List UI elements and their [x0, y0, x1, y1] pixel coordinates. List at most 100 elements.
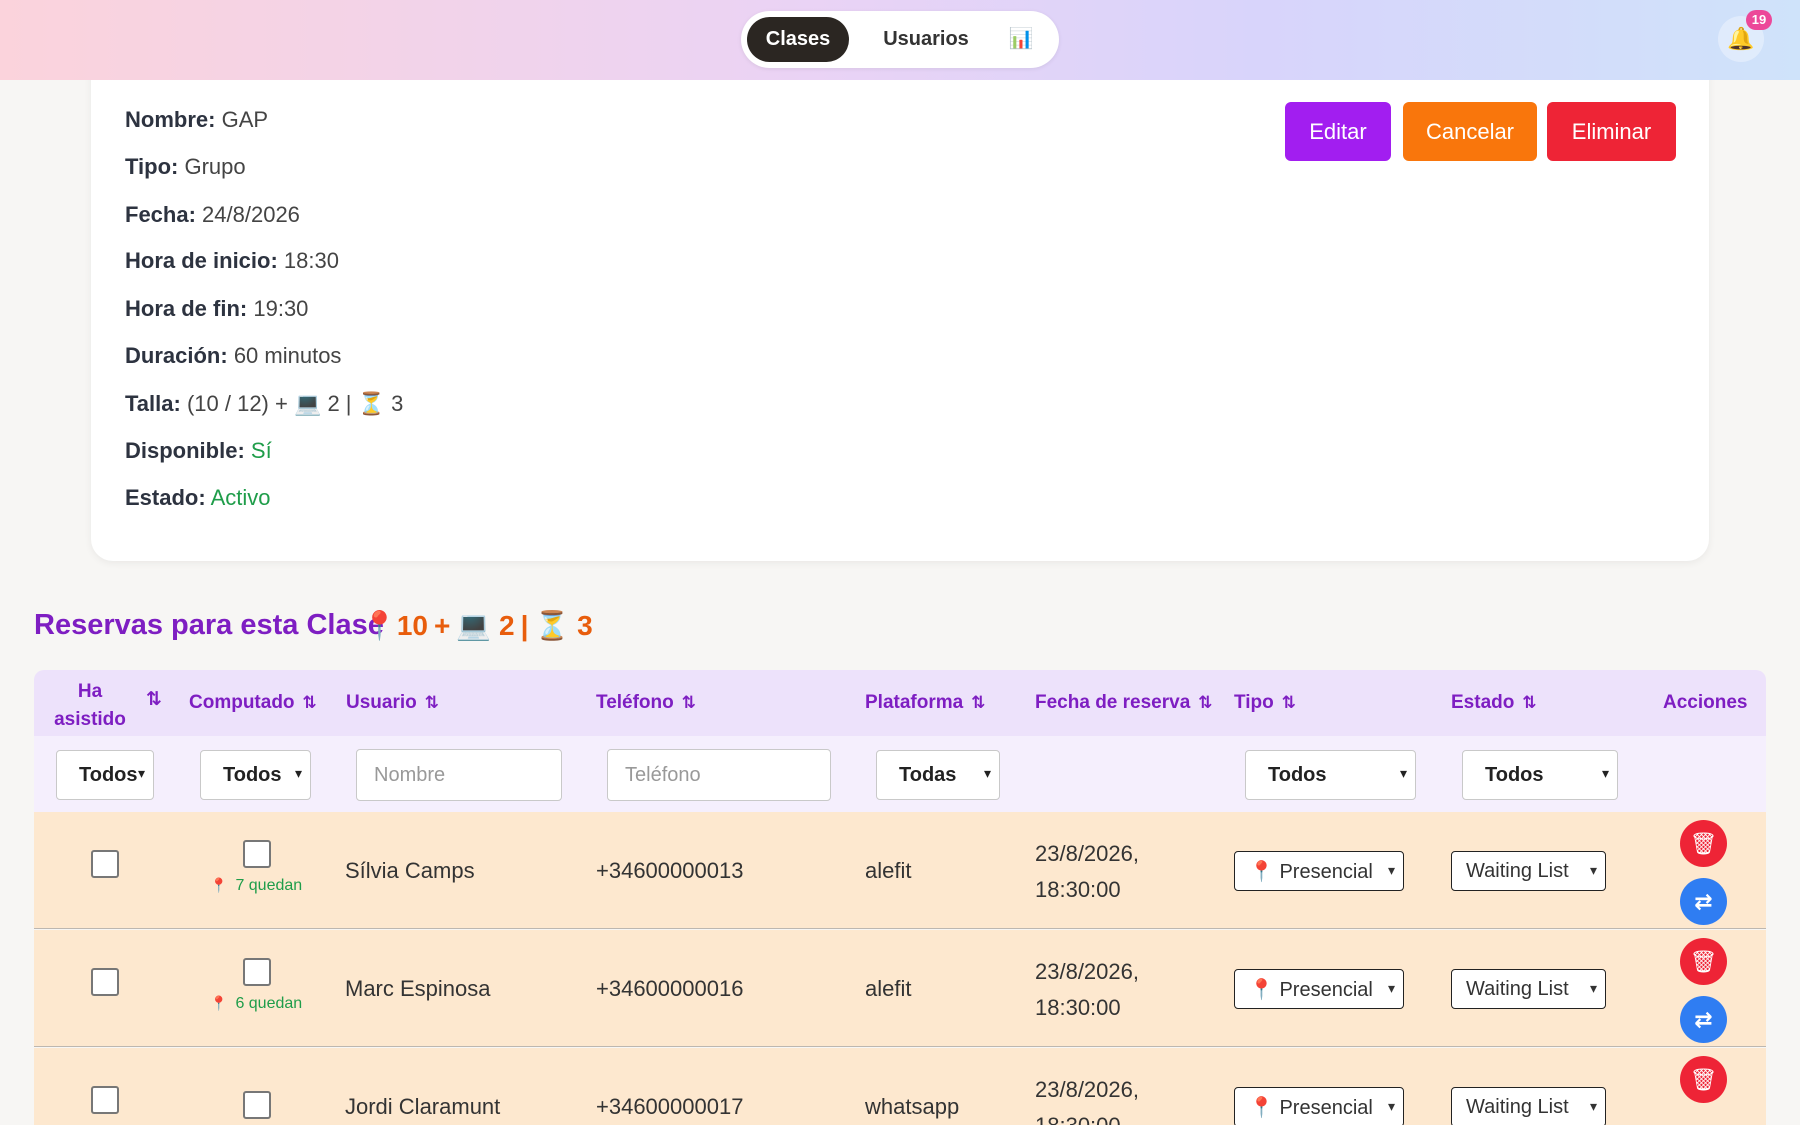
- chevron-down-icon: ▾: [1589, 980, 1597, 996]
- main-tabs: Clases Usuarios 📊: [741, 11, 1059, 68]
- pin-icon: 📍: [210, 877, 228, 893]
- estado-select[interactable]: Waiting List ▾: [1451, 969, 1606, 1009]
- reservations-counts: 📍10 + 💻 2 | ⏳ 3: [362, 609, 593, 642]
- plataforma-cell: alefit: [865, 976, 912, 1001]
- column-telefono[interactable]: Teléfono ⇅: [596, 692, 696, 714]
- column-usuario[interactable]: Usuario ⇅: [346, 692, 439, 714]
- column-fecha-reserva[interactable]: Fecha de reserva ⇅: [1035, 692, 1213, 714]
- plus-sign: +: [434, 609, 451, 641]
- chevron-down-icon: ▾: [983, 765, 991, 781]
- column-acciones: Acciones: [1663, 692, 1748, 713]
- sort-icon[interactable]: ⇅: [682, 693, 696, 712]
- reservations-table: Ha asistido ⇅ Computado ⇅ Usuario ⇅ Teléfo…: [34, 670, 1766, 1125]
- swap-icon[interactable]: ⇄: [1680, 878, 1727, 925]
- tab-usuarios[interactable]: Usuarios: [861, 17, 991, 62]
- fecha-reserva-cell: 23/8/2026,18:30:00: [1035, 959, 1139, 1020]
- pin-icon: 📍: [210, 995, 228, 1011]
- computado-checkbox[interactable]: [243, 1091, 271, 1119]
- field-nombre: Nombre: GAP: [125, 107, 269, 132]
- field-disponible: Disponible: Sí: [125, 438, 272, 463]
- field-duracion: Duración: 60 minutos: [125, 343, 342, 368]
- filter-asistido-select[interactable]: Todos ▾: [56, 750, 154, 800]
- tipo-select[interactable]: 📍 Presencial ▾: [1234, 1087, 1404, 1125]
- chevron-down-icon: ▾: [137, 765, 145, 781]
- cancel-button[interactable]: Cancelar: [1403, 102, 1537, 161]
- estado-select[interactable]: Waiting List ▾: [1451, 851, 1606, 891]
- filter-usuario-input[interactable]: Nombre: [356, 749, 562, 801]
- plataforma-cell: whatsapp: [865, 1094, 960, 1119]
- sort-icon[interactable]: ⇅: [1282, 693, 1296, 712]
- computado-checkbox[interactable]: [243, 958, 271, 986]
- telefono-cell: +34600000013: [596, 858, 744, 883]
- edit-button[interactable]: Editar: [1285, 102, 1391, 161]
- field-fecha: Fecha: 24/8/2026: [125, 202, 300, 227]
- filter-row: Todos ▾ Todos ▾ Nombre Teléfono Todas ▾ Tod…: [34, 736, 1766, 812]
- usuario-cell: Jordi Claramunt: [345, 1094, 501, 1119]
- chevron-down-icon: ▾: [1589, 862, 1597, 878]
- table-header: Ha asistido ⇅ Computado ⇅ Usuario ⇅ Teléfo…: [34, 670, 1766, 736]
- waiting-count: ⏳ 3: [534, 610, 593, 641]
- trash-icon[interactable]: 🗑: [1680, 1056, 1727, 1103]
- asistido-checkbox[interactable]: [91, 850, 119, 878]
- column-estado[interactable]: Estado ⇅: [1451, 692, 1537, 714]
- top-navigation-bar: Clases Usuarios 📊 🔔 19: [0, 0, 1800, 80]
- asistido-checkbox[interactable]: [91, 968, 119, 996]
- sort-icon[interactable]: ⇅: [425, 693, 439, 712]
- column-tipo[interactable]: Tipo ⇅: [1234, 692, 1296, 714]
- tipo-select[interactable]: 📍 Presencial ▾: [1234, 851, 1404, 891]
- field-estado: Estado: Activo: [125, 485, 271, 510]
- delete-button[interactable]: Eliminar: [1547, 102, 1676, 161]
- chevron-down-icon: ▾: [1387, 1098, 1395, 1114]
- table-row: 📍 6 quedan Marc Espinosa +34600000016 ale…: [34, 930, 1766, 1047]
- asistido-checkbox[interactable]: [91, 1086, 119, 1114]
- estado-select[interactable]: Waiting List ▾: [1451, 1087, 1606, 1125]
- tab-clases[interactable]: Clases: [747, 17, 849, 62]
- chevron-down-icon: ▾: [1399, 765, 1407, 781]
- quedan-label: 📍 7 quedan: [210, 877, 303, 894]
- computado-checkbox[interactable]: [243, 840, 271, 868]
- column-computado[interactable]: Computado ⇅: [189, 692, 317, 714]
- online-count: 💻 2: [456, 610, 515, 641]
- chevron-down-icon: ▾: [294, 765, 302, 781]
- chevron-down-icon: ▾: [1589, 1098, 1597, 1114]
- notification-count-badge: 19: [1746, 10, 1772, 30]
- sort-icon[interactable]: ⇅: [146, 688, 162, 711]
- fecha-reserva-cell: 23/8/2026,18:30:00: [1035, 841, 1139, 902]
- sort-icon[interactable]: ⇅: [971, 693, 985, 712]
- trash-icon[interactable]: 🗑: [1680, 938, 1727, 985]
- swap-icon[interactable]: ⇄: [1680, 996, 1727, 1043]
- chevron-down-icon: ▾: [1387, 980, 1395, 996]
- sort-icon[interactable]: ⇅: [303, 693, 317, 712]
- usuario-cell: Sílvia Camps: [345, 858, 475, 883]
- field-talla: Talla: (10 / 12) + 💻 2 | ⏳ 3: [125, 391, 404, 416]
- filter-telefono-input[interactable]: Teléfono: [607, 749, 831, 801]
- count-separator: |: [520, 609, 529, 641]
- column-ha-asistido[interactable]: Ha asistido: [52, 678, 128, 734]
- trash-icon[interactable]: 🗑: [1680, 820, 1727, 867]
- bell-icon: 🔔: [1727, 26, 1755, 51]
- field-tipo: Tipo: Grupo: [125, 154, 246, 179]
- table-row: 📍 7 quedan Sílvia Camps +34600000013 alef…: [34, 812, 1766, 929]
- fecha-reserva-cell: 23/8/2026,18:30:00: [1035, 1077, 1139, 1125]
- filter-estado-select[interactable]: Todos ▾: [1462, 750, 1618, 800]
- reservations-title: Reservas para esta Clase: [34, 609, 384, 641]
- telefono-cell: +34600000016: [596, 976, 744, 1001]
- bar-chart-icon[interactable]: 📊: [991, 17, 1051, 62]
- column-plataforma[interactable]: Plataforma ⇅: [865, 692, 985, 714]
- plataforma-cell: alefit: [865, 858, 912, 883]
- sort-icon[interactable]: ⇅: [1522, 693, 1536, 712]
- table-row: Jordi Claramunt +34600000017 whatsapp 23…: [34, 1048, 1766, 1125]
- presencial-count: 📍10: [362, 610, 429, 641]
- usuario-cell: Marc Espinosa: [345, 976, 491, 1001]
- telefono-cell: +34600000017: [596, 1094, 744, 1119]
- filter-plataforma-select[interactable]: Todas ▾: [876, 750, 1000, 800]
- sort-icon[interactable]: ⇅: [1198, 693, 1212, 712]
- filter-computado-select[interactable]: Todos ▾: [200, 750, 311, 800]
- tipo-select[interactable]: 📍 Presencial ▾: [1234, 969, 1404, 1009]
- chevron-down-icon: ▾: [1387, 862, 1395, 878]
- chevron-down-icon: ▾: [1601, 765, 1609, 781]
- quedan-label: 📍 6 quedan: [210, 995, 303, 1012]
- field-hora-fin: Hora de fin: 19:30: [125, 296, 309, 321]
- field-hora-inicio: Hora de inicio: 18:30: [125, 248, 339, 273]
- filter-tipo-select[interactable]: Todos ▾: [1245, 750, 1416, 800]
